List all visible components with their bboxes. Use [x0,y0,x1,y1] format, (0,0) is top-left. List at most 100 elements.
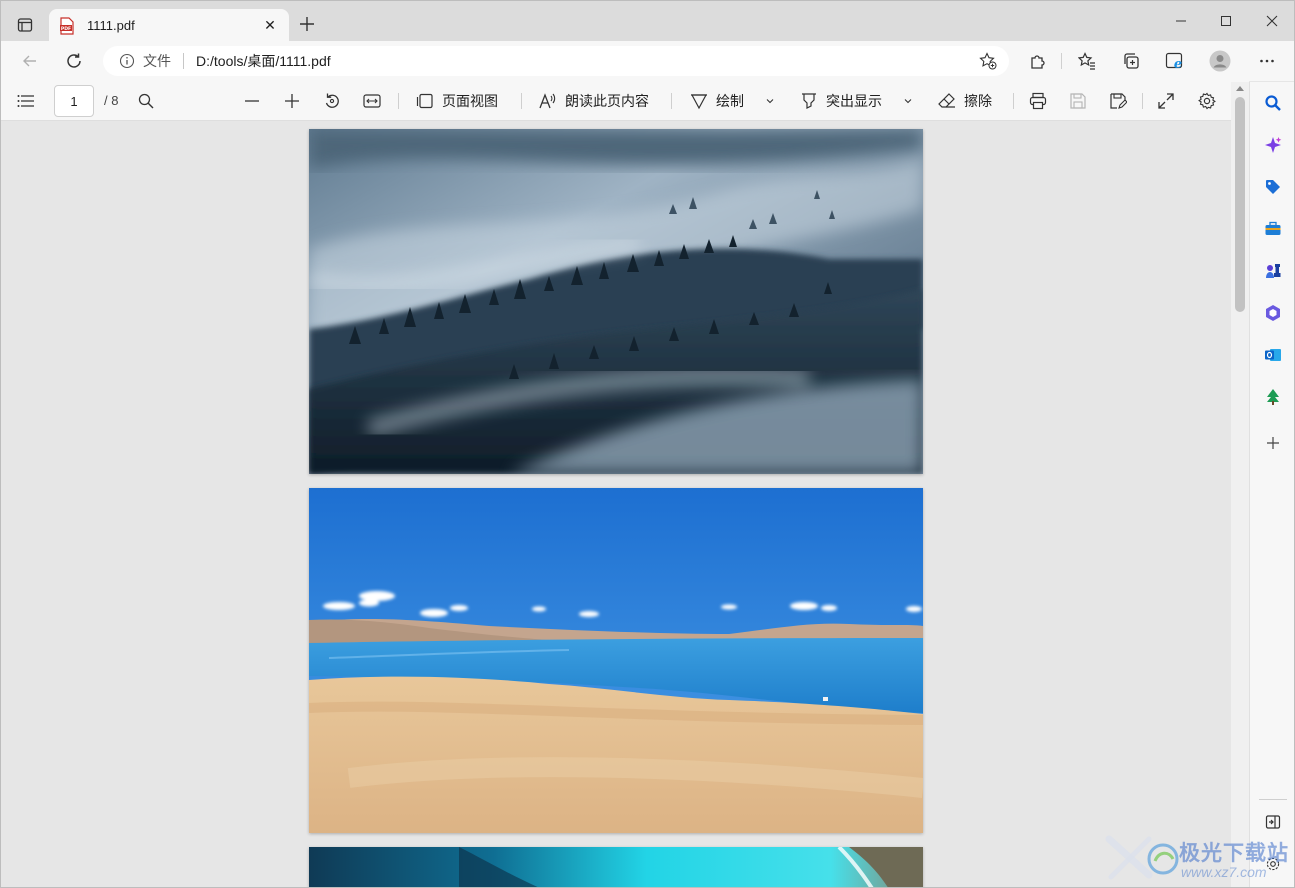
sparkle-icon [1265,137,1282,153]
svg-text:PDF: PDF [61,25,71,31]
tree-icon [1267,389,1279,405]
ie-mode-icon: e [1165,52,1182,71]
save-as-icon [1110,93,1127,109]
zoom-in-button[interactable] [284,81,300,121]
read-aloud-button[interactable]: 朗读此页内容 [539,81,649,121]
refresh-button[interactable] [60,47,88,75]
settings-more-button[interactable] [1253,47,1281,75]
highlight-label: 突出显示 [826,93,882,109]
minimize-icon [1176,20,1186,22]
browser-window: PDF 1111.pdf ✕ 文件 D:/tools/桌面/1111.pdf e… [0,0,1295,888]
sidebar-office-button[interactable] [1262,302,1284,324]
office-icon [1266,305,1280,321]
url-text[interactable]: D:/tools/桌面/1111.pdf [196,51,331,71]
toolbar-divider [671,93,672,109]
minus-icon [245,100,259,102]
sidebar-tools-button[interactable] [1262,218,1284,240]
tab-actions-button[interactable] [11,11,39,39]
more-dots-icon [1260,59,1274,63]
coastline-image [309,847,923,887]
list-icon [17,95,34,107]
minimize-button[interactable] [1158,7,1204,35]
erase-button[interactable]: 擦除 [938,81,992,121]
table-of-contents-button[interactable] [17,81,35,121]
tab-close-button[interactable]: ✕ [261,17,279,34]
expand-icon [1158,93,1174,109]
sidebar-shopping-button[interactable] [1262,176,1284,198]
profile-button[interactable] [1206,47,1234,75]
outlook-icon [1265,349,1281,361]
page-number-input[interactable]: 1 [54,85,94,117]
new-tab-button[interactable] [296,13,318,35]
save-as-button[interactable] [1109,81,1127,121]
scroll-up-arrow-icon[interactable] [1236,86,1244,91]
zoom-out-button[interactable] [244,81,260,121]
draw-pen-icon [690,94,708,110]
close-window-button[interactable] [1249,7,1294,35]
highlighter-icon [802,93,816,109]
sidebar-divider [1259,799,1287,800]
ie-mode-button[interactable]: e [1161,47,1189,75]
search-icon [138,93,154,109]
scrollbar-thumb[interactable] [1235,97,1245,312]
page-view-label: 页面视图 [442,93,498,109]
toolbar-divider [1142,93,1143,109]
toolbox-icon [1265,221,1281,235]
full-screen-button[interactable] [1158,81,1174,121]
extensions-button[interactable] [1024,47,1052,75]
draw-button[interactable]: 绘制 [690,81,744,121]
sidebar-search-button[interactable] [1262,92,1284,114]
printer-icon [1029,92,1047,110]
tag-icon [1266,180,1280,194]
edge-sidebar [1249,82,1294,887]
vertical-scrollbar[interactable] [1231,82,1249,887]
sidebar-games-button[interactable] [1262,260,1284,282]
back-button[interactable] [16,47,44,75]
navigation-bar: 文件 D:/tools/桌面/1111.pdf e [1,41,1294,81]
highlight-button[interactable]: 突出显示 [800,81,882,121]
sidebar-tree-button[interactable] [1262,386,1284,408]
info-icon[interactable] [119,53,135,69]
scheme-label: 文件 [143,53,171,69]
save-button[interactable] [1069,81,1087,121]
pdf-document-area[interactable] [1,122,1231,887]
pdf-page-1-image [309,129,923,474]
toolbar-divider [521,93,522,109]
toolbar-divider [1013,93,1014,109]
pdf-settings-button[interactable] [1198,81,1216,121]
search-icon [1265,95,1281,111]
foggy-forest-image [309,129,923,474]
watermark-url: www.xz7.com [1181,864,1267,880]
pdf-page-3-image [309,847,923,887]
favorites-button[interactable] [1073,47,1101,75]
sidebar-outlook-button[interactable] [1262,344,1284,366]
address-bar[interactable]: 文件 D:/tools/桌面/1111.pdf [103,46,1009,76]
collections-icon [1124,53,1139,69]
hide-sidebar-icon [1265,815,1281,829]
maximize-button[interactable] [1203,7,1249,35]
erase-label: 擦除 [964,93,992,109]
pdf-page-2-image [309,488,923,833]
maximize-icon [1221,16,1231,26]
collections-button[interactable] [1117,47,1145,75]
add-favorite-icon[interactable] [979,52,997,70]
read-aloud-icon [539,93,556,109]
sidebar-add-button[interactable] [1262,432,1284,454]
chevron-down-icon [766,99,774,104]
fit-width-button[interactable] [363,81,381,121]
toolbar-divider [398,93,399,109]
puzzle-icon [1031,55,1045,69]
page-view-button[interactable]: 页面视图 [416,81,498,121]
tab-1111-pdf[interactable]: PDF 1111.pdf ✕ [49,9,289,42]
fit-width-icon [363,94,381,108]
favorites-star-icon [1078,52,1095,70]
read-aloud-label: 朗读此页内容 [565,93,649,109]
sidebar-discover-button[interactable] [1262,134,1284,156]
draw-options-dropdown[interactable] [765,81,775,121]
refresh-icon [67,53,81,68]
print-button[interactable] [1029,81,1047,121]
rotate-button[interactable] [323,81,341,121]
find-button[interactable] [138,81,154,121]
highlight-options-dropdown[interactable] [903,81,913,121]
sidebar-hide-button[interactable] [1262,811,1284,833]
